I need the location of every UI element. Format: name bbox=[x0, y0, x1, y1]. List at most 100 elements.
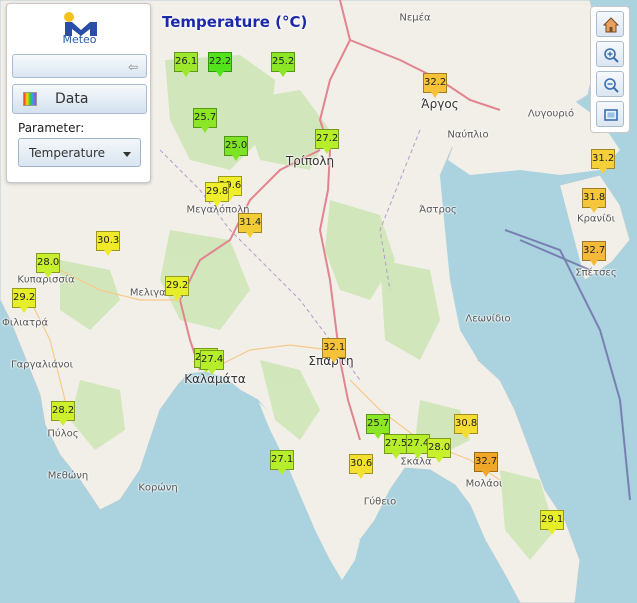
station-value: 29.2 bbox=[165, 276, 189, 296]
home-button[interactable] bbox=[596, 11, 624, 37]
control-panel: Meteo ⇦ Data Parameter: Temperature bbox=[6, 3, 151, 183]
station-value: 27.2 bbox=[315, 129, 339, 149]
data-button[interactable]: Data bbox=[12, 84, 147, 114]
collapse-panel-button[interactable]: ⇦ bbox=[12, 54, 147, 78]
place-label: Κρανίδι bbox=[577, 213, 615, 225]
home-icon bbox=[602, 17, 620, 33]
station-value: 31.4 bbox=[238, 213, 262, 233]
marker-pointer-icon bbox=[104, 250, 112, 256]
station-marker[interactable]: 25.2 bbox=[271, 52, 295, 78]
place-label: Μεθώνη bbox=[47, 470, 89, 482]
place-label: Μολάοι bbox=[465, 478, 503, 490]
marker-pointer-icon bbox=[548, 529, 556, 535]
station-marker[interactable]: 32.2 bbox=[423, 73, 447, 99]
station-marker[interactable]: 29.1 bbox=[540, 510, 564, 536]
station-marker[interactable]: 28.0 bbox=[36, 253, 60, 279]
station-value: 26.1 bbox=[174, 52, 198, 72]
station-value: 27.4 bbox=[200, 350, 224, 370]
station-value: 30.3 bbox=[96, 231, 120, 251]
station-value: 30.8 bbox=[454, 414, 478, 434]
marker-pointer-icon bbox=[590, 260, 598, 266]
station-value: 29.2 bbox=[12, 288, 36, 308]
place-label: Λεωνίδιο bbox=[465, 313, 511, 325]
station-value: 27.1 bbox=[270, 450, 294, 470]
marker-pointer-icon bbox=[431, 92, 439, 98]
station-marker[interactable]: 27.4 bbox=[200, 350, 224, 376]
place-label: Κορώνη bbox=[138, 482, 178, 494]
station-marker[interactable]: 32.1 bbox=[322, 338, 346, 364]
marker-pointer-icon bbox=[330, 357, 338, 363]
place-label: Γαργαλιάνοι bbox=[10, 359, 74, 371]
marker-pointer-icon bbox=[173, 295, 181, 301]
marker-pointer-icon bbox=[232, 155, 240, 161]
marker-pointer-icon bbox=[374, 433, 382, 439]
place-label: Γύθειο bbox=[363, 496, 397, 508]
station-value: 25.7 bbox=[366, 414, 390, 434]
station-value: 32.1 bbox=[322, 338, 346, 358]
marker-pointer-icon bbox=[182, 71, 190, 77]
map-toolbar bbox=[590, 6, 630, 133]
marker-pointer-icon bbox=[392, 453, 400, 459]
marker-pointer-icon bbox=[414, 453, 422, 459]
station-value: 31.2 bbox=[591, 149, 615, 169]
marker-pointer-icon bbox=[599, 168, 607, 174]
station-value: 25.0 bbox=[224, 136, 248, 156]
place-label: Τρίπολη bbox=[285, 154, 335, 168]
station-marker[interactable]: 27.5 bbox=[384, 434, 408, 460]
station-value: 32.2 bbox=[423, 73, 447, 93]
station-value: 29.8 bbox=[205, 182, 229, 202]
station-marker[interactable]: 32.7 bbox=[474, 452, 498, 478]
marker-pointer-icon bbox=[213, 201, 221, 207]
station-marker[interactable]: 31.2 bbox=[591, 149, 615, 175]
marker-pointer-icon bbox=[216, 71, 224, 77]
station-value: 28.0 bbox=[427, 438, 451, 458]
full-extent-icon bbox=[604, 109, 618, 121]
parameter-label: Parameter: bbox=[18, 121, 85, 135]
parameter-select-value: Temperature bbox=[29, 146, 106, 160]
place-label: Νεμέα bbox=[399, 12, 431, 24]
station-marker[interactable]: 28.0 bbox=[427, 438, 451, 464]
station-marker[interactable]: 30.8 bbox=[454, 414, 478, 440]
station-marker[interactable]: 31.4 bbox=[238, 213, 262, 239]
station-marker[interactable]: 29.2 bbox=[12, 288, 36, 314]
marker-pointer-icon bbox=[278, 469, 286, 475]
station-value: 31.8 bbox=[582, 188, 606, 208]
station-marker[interactable]: 26.1 bbox=[174, 52, 198, 78]
station-marker[interactable]: 30.3 bbox=[96, 231, 120, 257]
station-marker[interactable]: 29.2 bbox=[165, 276, 189, 302]
data-palette-icon bbox=[23, 92, 37, 106]
zoom-out-button[interactable] bbox=[596, 71, 624, 97]
marker-pointer-icon bbox=[482, 471, 490, 477]
place-label: Άργος bbox=[421, 97, 459, 111]
station-marker[interactable]: 31.8 bbox=[582, 188, 606, 214]
marker-pointer-icon bbox=[323, 148, 331, 154]
station-marker[interactable]: 27.2 bbox=[315, 129, 339, 155]
station-marker[interactable]: 30.6 bbox=[349, 454, 373, 480]
marker-pointer-icon bbox=[44, 272, 52, 278]
station-value: 28.2 bbox=[51, 401, 75, 421]
station-value: 27.5 bbox=[384, 434, 408, 454]
station-marker[interactable]: 27.1 bbox=[270, 450, 294, 476]
zoom-in-button[interactable] bbox=[596, 41, 624, 67]
logo-text: Meteo bbox=[62, 33, 97, 46]
map-title: Temperature (°C) bbox=[162, 13, 308, 31]
station-value: 29.1 bbox=[540, 510, 564, 530]
marker-pointer-icon bbox=[201, 127, 209, 133]
arrow-left-icon: ⇦ bbox=[127, 60, 138, 74]
marker-pointer-icon bbox=[590, 207, 598, 213]
full-extent-button[interactable] bbox=[596, 101, 624, 127]
station-marker[interactable]: 28.2 bbox=[51, 401, 75, 427]
station-marker[interactable]: 32.7 bbox=[582, 241, 606, 267]
station-value: 25.2 bbox=[271, 52, 295, 72]
station-value: 22.2 bbox=[208, 52, 232, 72]
marker-pointer-icon bbox=[20, 307, 28, 313]
station-marker[interactable]: 25.7 bbox=[193, 108, 217, 134]
place-label: Λυγουριό bbox=[527, 108, 575, 120]
station-marker[interactable]: 25.0 bbox=[224, 136, 248, 162]
station-value: 30.6 bbox=[349, 454, 373, 474]
zoom-out-icon bbox=[604, 78, 619, 93]
station-marker[interactable]: 29.8 bbox=[205, 182, 229, 208]
station-marker[interactable]: 22.2 bbox=[208, 52, 232, 78]
parameter-select[interactable]: Temperature bbox=[18, 138, 141, 167]
marker-pointer-icon bbox=[246, 232, 254, 238]
